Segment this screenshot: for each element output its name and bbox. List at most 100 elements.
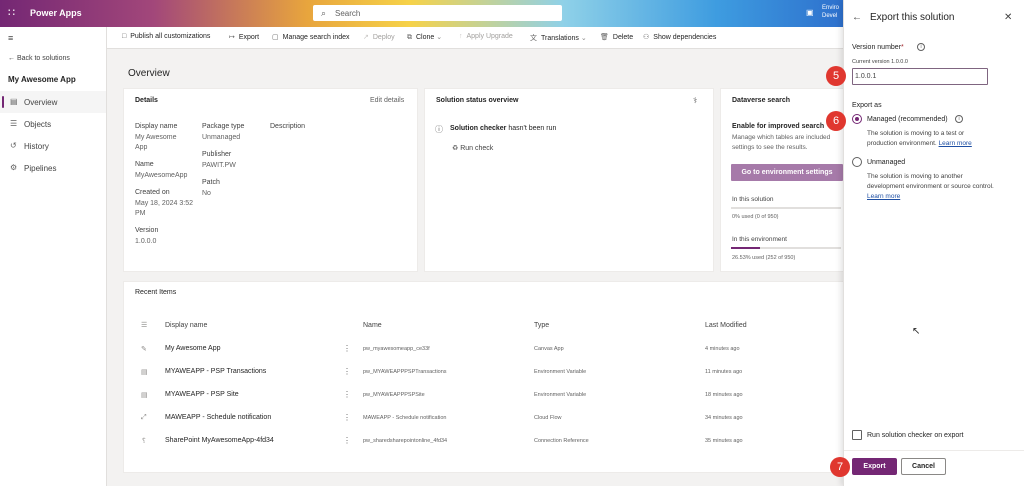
search-input[interactable]: ⌕ Search bbox=[313, 5, 562, 21]
deploy-button[interactable]: ↗ Deploy bbox=[363, 33, 395, 41]
nav-item-pipelines[interactable]: ⚙ Pipelines bbox=[0, 157, 106, 179]
unmanaged-description-line1: The solution is moving to another bbox=[867, 173, 963, 180]
managed-description-line2: production environment. Learn more bbox=[867, 140, 972, 147]
column-name[interactable]: Name bbox=[363, 322, 382, 329]
edit-details-link[interactable]: Edit details bbox=[370, 97, 404, 104]
unmanaged-learn-more-link[interactable]: Learn more bbox=[867, 192, 900, 201]
run-solution-checker-label[interactable]: Run solution checker on export bbox=[867, 432, 964, 439]
row-display-name[interactable]: MYAWEAPP - PSP Site bbox=[165, 391, 239, 398]
display-name-label: Display name bbox=[135, 123, 178, 130]
stethoscope-icon: ⚕ bbox=[693, 96, 698, 105]
version-label: Version bbox=[135, 227, 159, 234]
name-value: MyAwesomeApp bbox=[135, 172, 188, 179]
back-arrow-icon[interactable]: ← bbox=[852, 12, 862, 23]
mouse-cursor-icon: ↖ bbox=[912, 326, 921, 337]
managed-info-icon[interactable]: i bbox=[955, 115, 963, 123]
publish-icon: □ bbox=[122, 33, 127, 40]
pencil-icon: ✎ bbox=[141, 346, 147, 353]
row-modified: 4 minutes ago bbox=[705, 346, 740, 352]
unmanaged-radio[interactable] bbox=[852, 157, 862, 167]
export-solution-panel: ← Export this solution ✕ Version number*… bbox=[843, 0, 1024, 486]
managed-learn-more-link[interactable]: Learn more bbox=[939, 140, 972, 147]
version-number-value: 1.0.0.1 bbox=[855, 73, 877, 80]
apply-upgrade-button[interactable]: ↑ Apply Upgrade bbox=[459, 33, 513, 40]
row-type: Environment Variable bbox=[534, 392, 587, 398]
more-options-icon[interactable]: ⋮ bbox=[343, 390, 351, 399]
delete-button[interactable]: 🗑 Delete bbox=[600, 33, 633, 41]
close-icon[interactable]: ✕ bbox=[1004, 12, 1012, 23]
table-icon: ▤ bbox=[141, 369, 148, 376]
export-button-primary[interactable]: Export bbox=[852, 458, 897, 475]
app-name[interactable]: Power Apps bbox=[30, 8, 82, 18]
more-options-icon[interactable]: ⋮ bbox=[343, 344, 351, 353]
environment-label[interactable]: Enviro Devel bbox=[822, 4, 839, 20]
in-environment-usage: 26.53% used (252 of 950) bbox=[732, 255, 796, 261]
more-options-icon[interactable]: ⋮ bbox=[343, 436, 351, 445]
more-options-icon[interactable]: ⋮ bbox=[343, 413, 351, 422]
more-options-icon[interactable]: ⋮ bbox=[343, 367, 351, 376]
show-dependencies-button[interactable]: ⚇ Show dependencies bbox=[643, 33, 716, 41]
dataverse-desc-line1: Manage which tables are included bbox=[732, 134, 831, 141]
display-name-value-line1: My Awesome bbox=[135, 134, 177, 141]
info-circle-icon: ⓘ bbox=[435, 125, 443, 134]
dependencies-icon: ⚇ bbox=[643, 34, 650, 41]
row-name: pw_myawesomeapp_ce33f bbox=[363, 346, 430, 352]
environment-icon[interactable]: ▣ bbox=[806, 8, 814, 17]
in-solution-usage: 0% used (0 of 950) bbox=[732, 214, 779, 220]
name-label: Name bbox=[135, 161, 154, 168]
pipelines-icon: ⚙ bbox=[10, 163, 18, 172]
row-type: Environment Variable bbox=[534, 369, 587, 375]
export-button[interactable]: ↦ Export bbox=[229, 33, 259, 41]
cancel-button[interactable]: Cancel bbox=[901, 458, 946, 475]
managed-description-line1: The solution is moving to a test or bbox=[867, 130, 965, 137]
clone-button[interactable]: ⧉ Clone ⌄ bbox=[407, 33, 442, 42]
column-type[interactable]: Type bbox=[534, 322, 549, 329]
row-display-name[interactable]: MAWEAPP - Schedule notification bbox=[165, 414, 271, 421]
created-value-line2: PM bbox=[135, 210, 146, 217]
version-number-label: Version number* bbox=[852, 44, 904, 51]
step-marker-7: 7 bbox=[830, 457, 850, 477]
translations-button[interactable]: 文 Translations ⌄ bbox=[530, 33, 587, 43]
row-name: pw_MYAWEAPPPSPTransactions bbox=[363, 369, 447, 375]
run-solution-checker-checkbox[interactable] bbox=[852, 430, 862, 440]
details-card: Details Edit details Display name My Awe… bbox=[123, 88, 418, 272]
column-display-name[interactable]: Display name bbox=[165, 322, 207, 329]
row-display-name[interactable]: My Awesome App bbox=[165, 345, 221, 352]
in-solution-progress bbox=[731, 207, 841, 209]
export-icon: ↦ bbox=[229, 34, 235, 41]
managed-radio[interactable] bbox=[852, 114, 862, 124]
dataverse-desc-line2: settings to see the results. bbox=[732, 144, 808, 151]
history-icon: ↺ bbox=[10, 141, 17, 150]
description-label: Description bbox=[270, 123, 306, 130]
row-type: Connection Reference bbox=[534, 438, 589, 444]
row-name: pw_MYAWEAPPPSPSite bbox=[363, 392, 425, 398]
publish-all-button[interactable]: □ Publish all customizations bbox=[122, 33, 210, 40]
go-to-environment-settings-button[interactable]: Go to environment settings bbox=[731, 164, 843, 181]
hamburger-icon[interactable]: ≡ bbox=[8, 33, 13, 43]
manage-search-index-button[interactable]: ▢ Manage search index bbox=[272, 33, 350, 41]
overview-icon: ▤ bbox=[10, 97, 18, 106]
row-display-name[interactable]: MYAWEAPP - PSP Transactions bbox=[165, 368, 266, 375]
package-type-value: Unmanaged bbox=[202, 134, 241, 141]
page-title: Overview bbox=[128, 68, 170, 79]
version-number-input[interactable]: 1.0.0.1 bbox=[852, 68, 988, 85]
row-display-name[interactable]: SharePoint MyAwesomeApp-4fd34 bbox=[165, 437, 274, 444]
nav-app-title: My Awesome App bbox=[8, 75, 76, 84]
unmanaged-label[interactable]: Unmanaged bbox=[867, 159, 905, 166]
row-name: pw_sharedsharepointonline_4fd34 bbox=[363, 438, 448, 444]
column-last-modified[interactable]: Last Modified bbox=[705, 322, 747, 329]
search-icon: ⌕ bbox=[321, 8, 327, 18]
publisher-value[interactable]: PAWIT.PW bbox=[202, 161, 236, 171]
waffle-icon[interactable]: ∷ bbox=[8, 8, 19, 19]
managed-label[interactable]: Managed (recommended) bbox=[867, 116, 948, 123]
active-indicator bbox=[2, 96, 4, 108]
nav-item-overview[interactable]: ▤ Overview bbox=[0, 91, 106, 113]
nav-item-history[interactable]: ↺ History bbox=[0, 135, 106, 157]
back-to-solutions-link[interactable]: ← Back to solutions bbox=[8, 55, 70, 62]
solution-checker-status: Solution checker hasn't been run bbox=[450, 125, 557, 132]
info-icon[interactable]: i bbox=[917, 43, 925, 51]
nav-item-objects[interactable]: ☰ Objects bbox=[0, 113, 106, 135]
run-check-button[interactable]: ♻ Run check bbox=[452, 144, 493, 152]
unmanaged-description-line2: development environment or source contro… bbox=[867, 183, 994, 190]
left-nav: ≡ ← Back to solutions My Awesome App ▤ O… bbox=[0, 27, 107, 486]
